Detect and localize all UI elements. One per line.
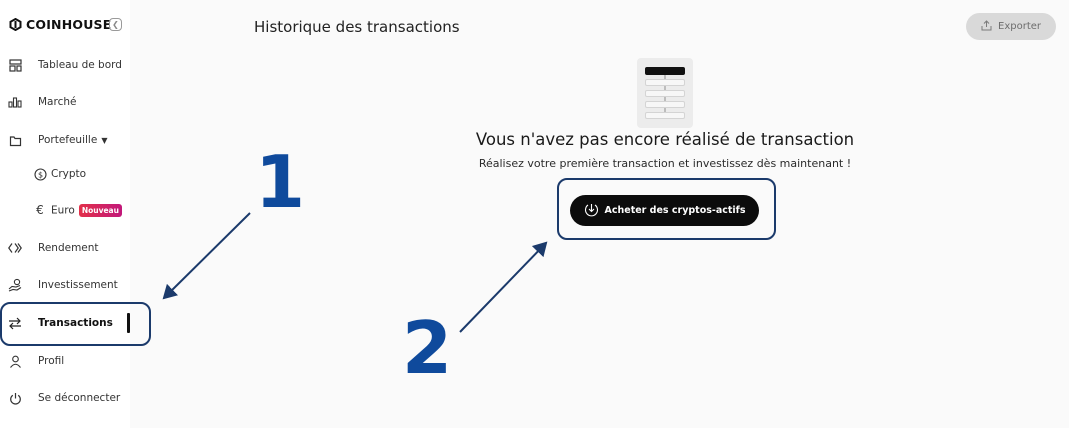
- step-number-1: 1: [255, 140, 306, 224]
- arrow-to-buy-button: [459, 241, 548, 333]
- annotation-arrows: [162, 212, 548, 333]
- arrow-to-transactions: [162, 212, 251, 300]
- step-number-2: 2: [402, 306, 453, 390]
